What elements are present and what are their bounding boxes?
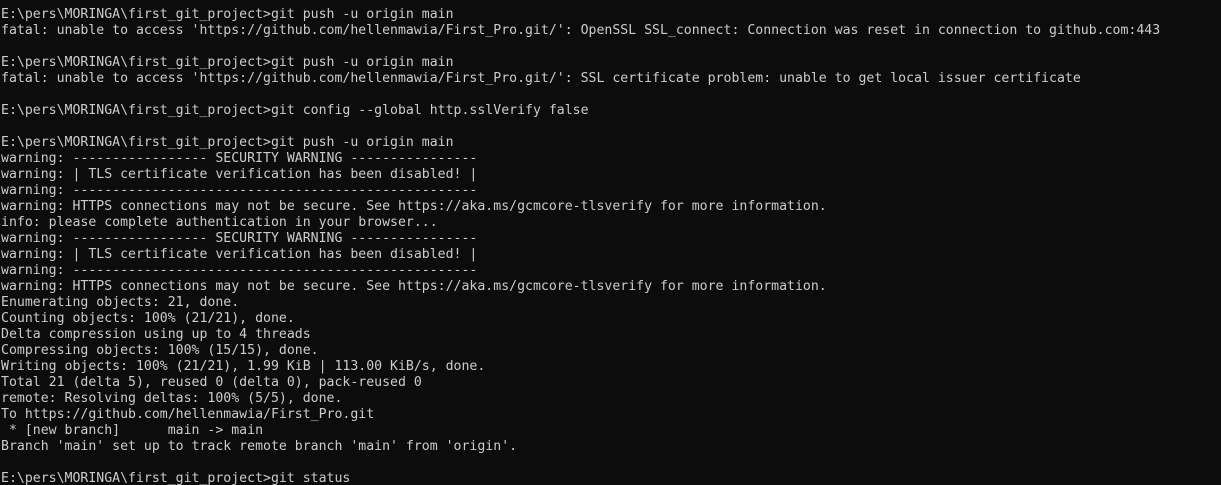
warning-line: warning: -------------------------------… — [1, 183, 478, 198]
output-line: Writing objects: 100% (21/21), 1.99 KiB … — [1, 359, 486, 374]
output-line: Counting objects: 100% (21/21), done. — [1, 311, 295, 326]
prompt-line: E:\pers\MORINGA\first_git_project>git pu… — [1, 7, 454, 22]
warning-line: warning: ----------------- SECURITY WARN… — [1, 231, 478, 246]
warning-line: warning: HTTPS connections may not be se… — [1, 199, 827, 214]
prompt-line: E:\pers\MORINGA\first_git_project>git co… — [1, 103, 589, 118]
output-line: Compressing objects: 100% (15/15), done. — [1, 343, 319, 358]
output-line: Enumerating objects: 21, done. — [1, 295, 240, 310]
output-line: To https://github.com/hellenmawia/First_… — [1, 407, 375, 422]
warning-line: warning: HTTPS connections may not be se… — [1, 279, 827, 294]
prompt-line: E:\pers\MORINGA\first_git_project>git pu… — [1, 55, 454, 70]
prompt-line: E:\pers\MORINGA\first_git_project>git pu… — [1, 135, 454, 150]
warning-line: warning: ----------------- SECURITY WARN… — [1, 151, 478, 166]
info-line: info: please complete authentication in … — [1, 215, 438, 230]
warning-line: warning: -------------------------------… — [1, 263, 478, 278]
prompt-line: E:\pers\MORINGA\first_git_project>git st… — [1, 471, 351, 485]
warning-line: warning: | TLS certificate verification … — [1, 247, 478, 262]
error-line: fatal: unable to access 'https://github.… — [1, 71, 1081, 86]
warning-line: warning: | TLS certificate verification … — [1, 167, 478, 182]
output-line: Total 21 (delta 5), reused 0 (delta 0), … — [1, 375, 422, 390]
terminal-output[interactable]: E:\pers\MORINGA\first_git_project>git pu… — [0, 0, 1221, 485]
output-line: remote: Resolving deltas: 100% (5/5), do… — [1, 391, 343, 406]
output-line: Delta compression using up to 4 threads — [1, 327, 311, 342]
output-line: * [new branch] main -> main — [1, 423, 264, 438]
output-line: Branch 'main' set up to track remote bra… — [1, 439, 518, 454]
error-line: fatal: unable to access 'https://github.… — [1, 23, 1161, 38]
